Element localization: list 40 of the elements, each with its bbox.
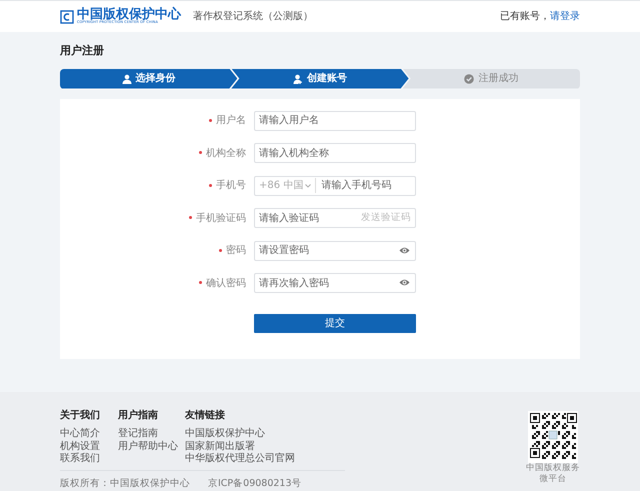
- system-name: 著作权登记系统（公测版）: [193, 10, 313, 24]
- field-label: 手机号: [216, 180, 246, 191]
- field-label: 手机验证码: [196, 212, 246, 224]
- footer-link[interactable]: 国家新闻出版署: [185, 440, 255, 453]
- footer-link[interactable]: 机构设置: [60, 440, 100, 453]
- footer-heading: 关于我们: [60, 408, 101, 423]
- field-label: 机构全称: [206, 148, 246, 158]
- step-tab[interactable]: 创建账号: [231, 68, 409, 88]
- input-field[interactable]: 请输入机构全称: [254, 143, 416, 163]
- footer-heading: 用户指南: [118, 408, 159, 423]
- qr-caption: 微平台: [538, 474, 568, 485]
- footer-link[interactable]: 中华版权代理总公司官网: [185, 453, 295, 466]
- qr-caption: 中国版权服务: [526, 463, 580, 474]
- input-field[interactable]: 请输入用户名: [254, 110, 416, 130]
- user-icon: [122, 74, 132, 84]
- input-field[interactable]: 请设置密码: [254, 240, 416, 260]
- check-circle-icon: [464, 74, 474, 84]
- eye-icon[interactable]: [399, 246, 410, 254]
- copyright-text: 版权所有：中国版权保护中心: [60, 476, 190, 490]
- page-title: 用户注册: [60, 43, 105, 59]
- qr-code-drawing: [528, 411, 578, 463]
- footer-link[interactable]: 联系我们: [60, 453, 100, 466]
- footer-link[interactable]: 中国版权保护中心: [185, 428, 265, 440]
- user-add-icon: [292, 74, 303, 84]
- footer-link[interactable]: 中心简介: [60, 428, 100, 440]
- eye-icon[interactable]: [399, 279, 410, 286]
- icp-number: 京ICP备09080213号: [208, 476, 302, 490]
- footer-link[interactable]: 登记指南: [118, 428, 158, 440]
- logo-icon: [60, 10, 74, 24]
- submit-button[interactable]: 提交: [254, 314, 416, 332]
- field-label: 用户名: [216, 115, 246, 126]
- field-label: 密码: [226, 245, 246, 256]
- footer-link[interactable]: 用户帮助中心: [118, 440, 178, 453]
- account-prompt: 已有账号，: [500, 10, 550, 24]
- input-field[interactable]: 请再次输入密码: [254, 273, 416, 293]
- step-tab[interactable]: 选择身份: [60, 68, 238, 88]
- chevron-down-icon: [305, 184, 312, 188]
- field-label: 确认密码: [206, 278, 246, 288]
- footer-heading: 友情链接: [185, 408, 226, 423]
- login-link[interactable]: 请登录: [550, 9, 580, 24]
